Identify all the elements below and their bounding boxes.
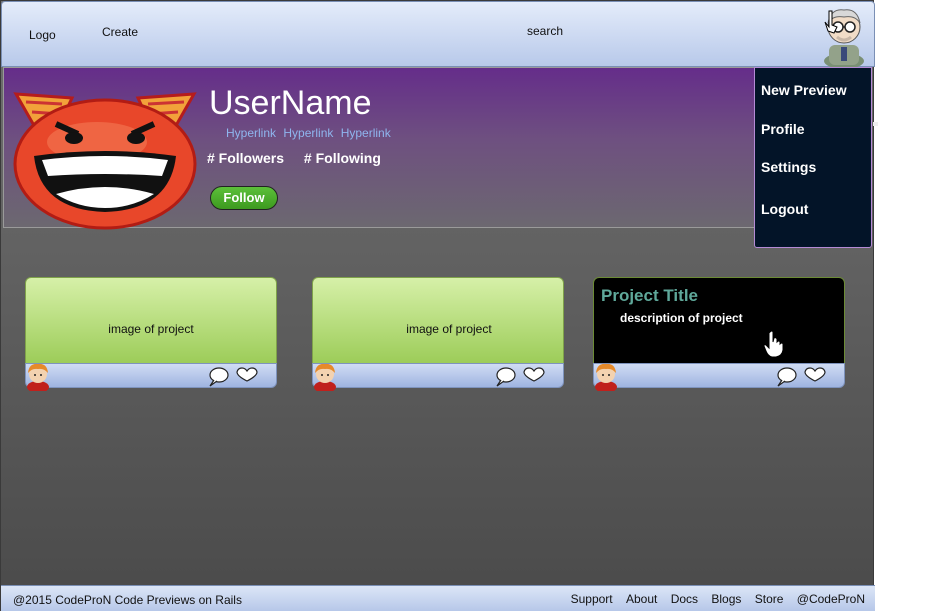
project-image-caption: image of project — [406, 322, 492, 336]
menu-edge-marker — [873, 122, 878, 126]
profile-stats: # Followers # Following — [207, 150, 397, 166]
footer-link-about[interactable]: About — [626, 592, 657, 606]
comment-icon[interactable] — [494, 367, 516, 387]
following-count[interactable]: # Following — [304, 150, 381, 166]
comment-icon[interactable] — [775, 367, 797, 387]
comment-icon[interactable] — [207, 367, 229, 387]
footer-link-support[interactable]: Support — [571, 592, 613, 606]
followers-count[interactable]: # Followers — [207, 150, 284, 166]
menu-item-settings[interactable]: Settings — [761, 159, 816, 175]
search-link[interactable]: search — [527, 24, 563, 38]
app-frame: Logo Create search UserName Hyperlink Hy… — [0, 0, 878, 611]
profile-hyperlink[interactable]: Hyperlink — [283, 126, 333, 140]
project-card[interactable]: Project Title description of project — [591, 277, 845, 391]
author-avatar-icon[interactable] — [591, 361, 621, 391]
pointer-hand-icon — [763, 330, 784, 358]
project-card[interactable]: image of project — [310, 277, 564, 391]
project-card[interactable]: image of project — [23, 277, 277, 391]
project-image-caption: image of project — [108, 322, 194, 336]
create-link[interactable]: Create — [102, 25, 138, 39]
footer-copyright: @2015 CodeProN Code Previews on Rails — [13, 593, 242, 607]
profile-links: Hyperlink Hyperlink Hyperlink — [226, 126, 395, 140]
top-navigation-bar: Logo Create search — [1, 1, 875, 67]
menu-item-logout[interactable]: Logout — [761, 201, 808, 217]
project-description: description of project — [620, 311, 743, 325]
author-avatar-icon[interactable] — [23, 361, 53, 391]
footer-link-docs[interactable]: Docs — [671, 592, 698, 606]
logo-link[interactable]: Logo — [29, 28, 56, 42]
menu-item-new-preview[interactable]: New Preview — [761, 82, 847, 98]
heart-like-icon[interactable] — [235, 367, 259, 383]
user-dropdown-menu: New Preview Profile Settings Logout — [754, 67, 878, 248]
profile-avatar-devil-icon — [13, 92, 197, 230]
heart-like-icon[interactable] — [522, 367, 546, 383]
heart-like-icon[interactable] — [803, 367, 827, 383]
follow-button[interactable]: Follow — [210, 186, 278, 210]
project-image-area[interactable]: image of project — [312, 277, 564, 365]
profile-username: UserName — [209, 84, 372, 122]
footer-links: Support About Docs Blogs Store @CodeProN — [561, 592, 865, 606]
profile-hyperlink[interactable]: Hyperlink — [341, 126, 391, 140]
page-footer: @2015 CodeProN Code Previews on Rails Su… — [1, 585, 875, 611]
footer-link-blogs[interactable]: Blogs — [711, 592, 741, 606]
profile-banner: UserName Hyperlink Hyperlink Hyperlink #… — [3, 67, 757, 230]
user-avatar-button[interactable] — [817, 5, 871, 67]
project-title[interactable]: Project Title — [601, 286, 698, 306]
author-avatar-icon[interactable] — [310, 361, 340, 391]
profile-hyperlink[interactable]: Hyperlink — [226, 126, 276, 140]
footer-link-store[interactable]: Store — [755, 592, 784, 606]
project-image-area[interactable]: image of project — [25, 277, 277, 365]
footer-link-twitter[interactable]: @CodeProN — [797, 592, 865, 606]
project-hover-overlay[interactable]: Project Title description of project — [593, 277, 845, 365]
menu-item-profile[interactable]: Profile — [761, 121, 805, 137]
